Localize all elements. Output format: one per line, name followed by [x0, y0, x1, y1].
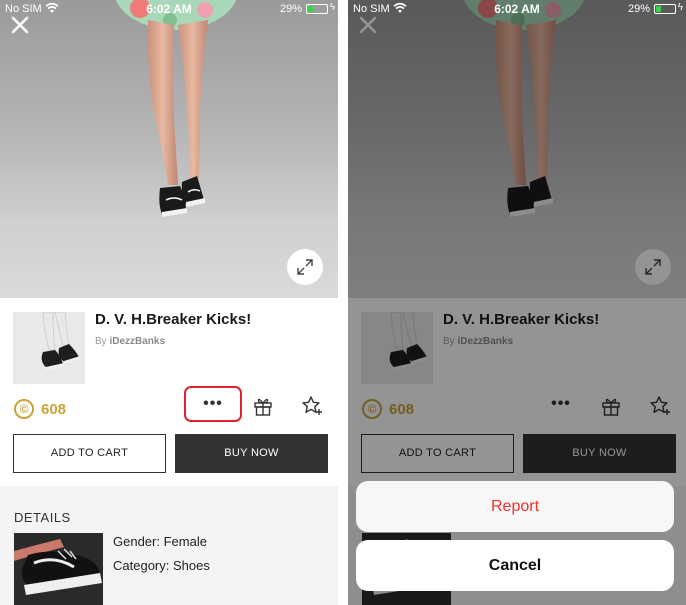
credits-icon: ©	[14, 399, 34, 419]
star-plus-icon[interactable]	[300, 394, 324, 418]
author-link[interactable]: iDezzBanks	[109, 336, 165, 347]
product-title: D. V. H.Breaker Kicks!	[95, 311, 252, 328]
status-bar: No SIM 6:02 AM 29% ϟ	[348, 0, 686, 18]
battery-icon	[654, 4, 676, 14]
battery-percentage: 29%	[627, 3, 650, 15]
details-header: DETAILS	[14, 510, 71, 525]
battery-fill	[656, 6, 661, 12]
more-options-button[interactable]: •••	[193, 394, 233, 418]
status-bar: No SIM 6:02 AM 29% ϟ	[0, 0, 338, 18]
avatar-preview[interactable]	[0, 0, 338, 298]
detail-category: Category: Shoes	[113, 558, 210, 573]
charging-icon: ϟ	[329, 2, 335, 13]
product-screen: No SIM 6:02 AM 29% ϟ D. V. H.Breaker Kic…	[0, 0, 338, 605]
by-label: By	[95, 336, 107, 347]
battery-percentage: 29%	[279, 3, 302, 15]
product-thumbnail	[13, 312, 85, 384]
charging-icon: ϟ	[677, 2, 683, 13]
add-to-cart-button[interactable]: ADD TO CART	[13, 434, 166, 473]
avatar-legs-illustration	[115, 0, 237, 217]
gift-icon[interactable]	[252, 395, 274, 417]
report-button[interactable]: Report	[356, 481, 674, 532]
details-product-image	[14, 533, 103, 605]
expand-button[interactable]	[287, 249, 323, 285]
close-icon[interactable]	[9, 14, 31, 36]
product-screen-with-action-sheet: D. V. H.Breaker Kicks! By iDezzBanks © 6…	[348, 0, 686, 605]
cancel-button[interactable]: Cancel	[356, 540, 674, 591]
product-author-line: By iDezzBanks	[95, 336, 165, 347]
product-price: 608	[41, 401, 67, 418]
detail-gender: Gender: Female	[113, 534, 207, 549]
expand-icon	[297, 259, 313, 275]
buy-now-button[interactable]: BUY NOW	[175, 434, 328, 473]
battery-fill	[308, 6, 313, 12]
battery-icon	[306, 4, 328, 14]
details-section: DETAILS Gender: Female Category: Shoes	[0, 486, 338, 605]
